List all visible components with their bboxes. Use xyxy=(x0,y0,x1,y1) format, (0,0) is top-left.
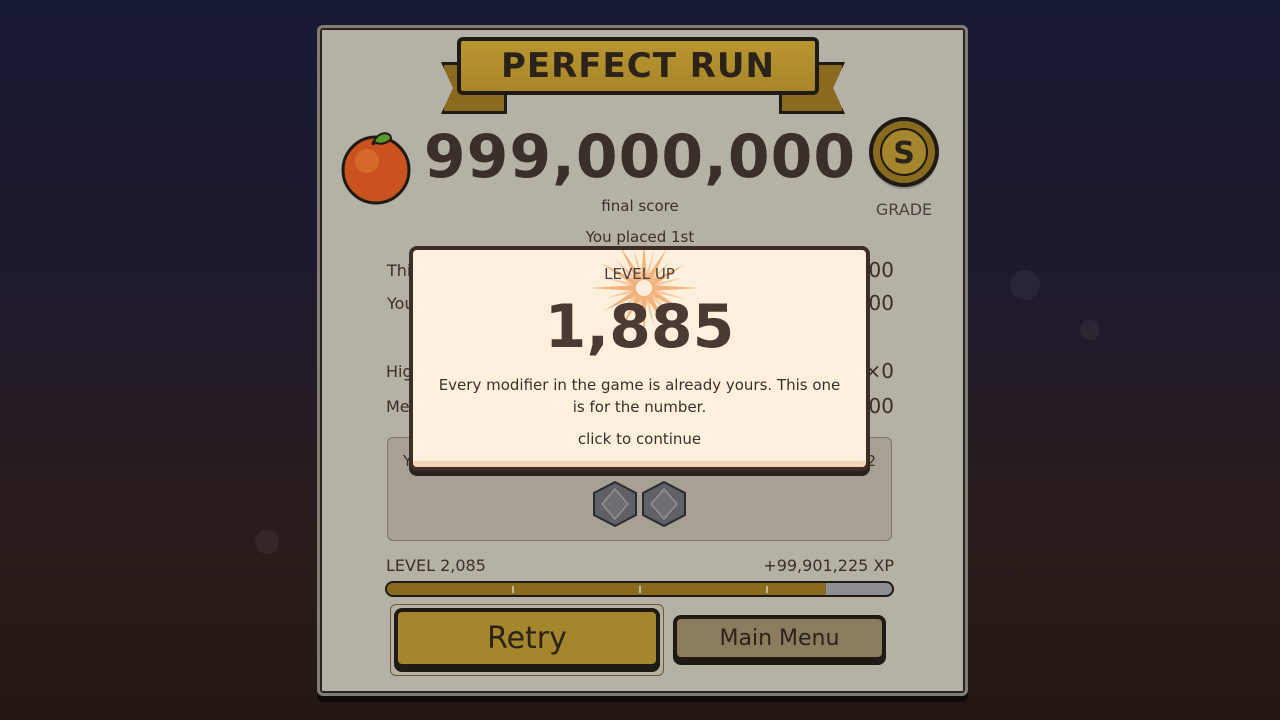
result-banner: PERFECT RUN xyxy=(457,37,819,95)
level-up-heading: LEVEL UP xyxy=(604,265,675,283)
modifier-hex-icon[interactable] xyxy=(592,481,638,527)
modifier-hex-icon[interactable] xyxy=(641,481,687,527)
final-score-label: final score xyxy=(601,197,679,215)
xp-tick xyxy=(639,586,641,593)
orange-fruit-icon xyxy=(341,132,411,205)
final-score-value: 999,000,000 xyxy=(423,122,857,192)
current-level-label: LEVEL 2,085 xyxy=(386,556,486,575)
grade-label: GRADE xyxy=(875,200,933,219)
new-level-number: 1,885 xyxy=(544,292,735,362)
placement-text: You placed 1st xyxy=(585,228,695,246)
xp-tick xyxy=(512,586,514,593)
grade-letter: S xyxy=(893,136,915,171)
stat-row-label: Thi xyxy=(387,261,412,280)
background-glow xyxy=(1080,320,1100,340)
level-up-message: Every modifier in the game is already yo… xyxy=(438,376,841,416)
modal-bottom-edge xyxy=(413,461,866,467)
level-up-modal[interactable]: LEVEL UP 1,885 Every modifier in the gam… xyxy=(409,246,870,471)
background-glow xyxy=(255,530,279,554)
banner-title: PERFECT RUN xyxy=(500,46,775,86)
background-glow xyxy=(1010,270,1040,300)
xp-progress-bar xyxy=(385,581,894,597)
xp-tick xyxy=(766,586,768,593)
retry-button[interactable]: Retry xyxy=(394,608,660,668)
grade-medal-icon: S xyxy=(869,117,939,189)
xp-gain-label: +99,901,225 XP xyxy=(763,556,894,575)
xp-progress-fill xyxy=(387,583,827,595)
click-to-continue-prompt[interactable]: click to continue xyxy=(413,430,866,448)
main-menu-button[interactable]: Main Menu xyxy=(673,615,886,661)
